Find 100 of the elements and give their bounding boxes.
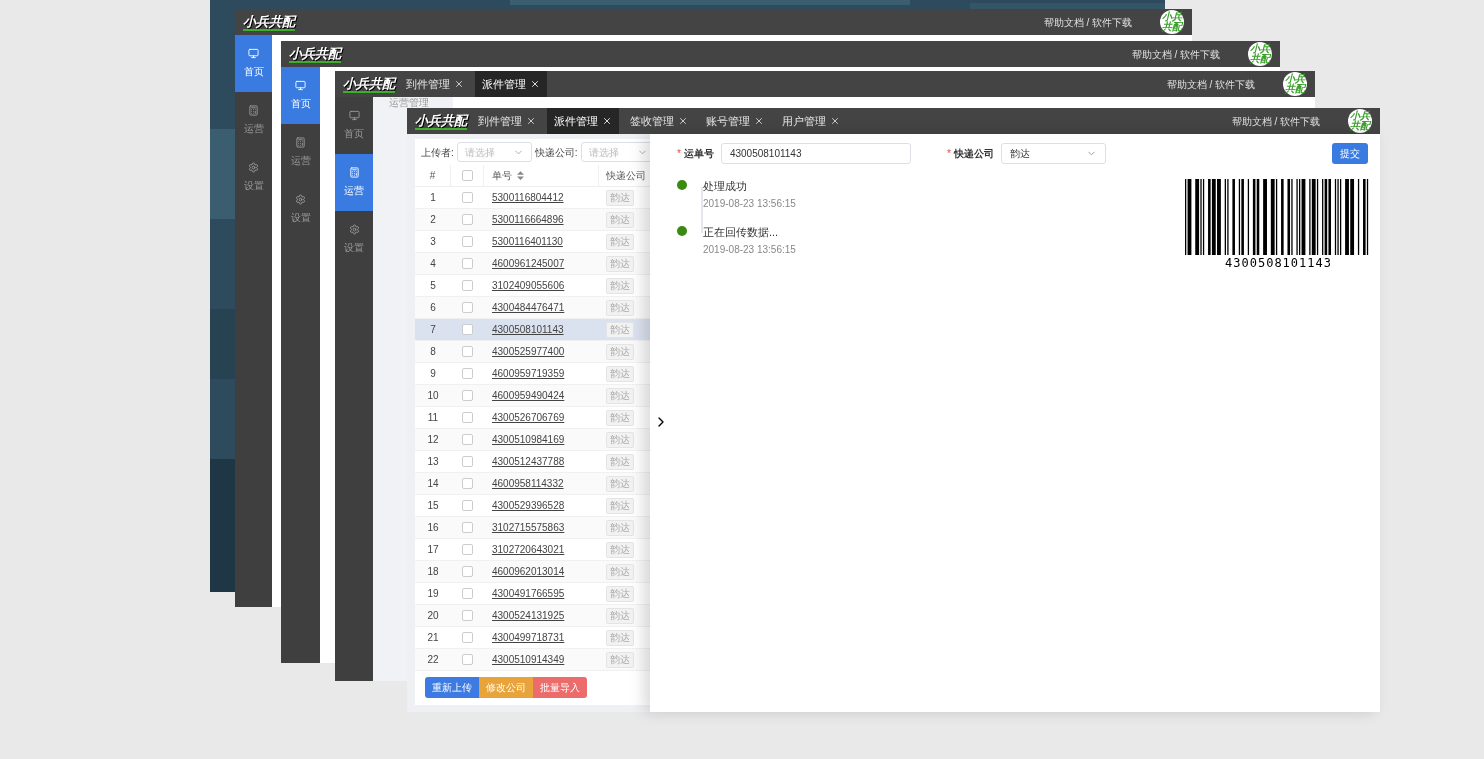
tab[interactable]: 派件管理 <box>547 108 619 134</box>
sidebar-item[interactable]: 运营 <box>335 154 373 211</box>
table-row[interactable]: 22 4300510914349 韵达 <box>415 649 650 671</box>
table-row[interactable]: 12 4300510984169 韵达 <box>415 429 650 451</box>
tracking-link[interactable]: 3102715575863 <box>492 520 565 535</box>
tracking-link[interactable]: 5300116401130 <box>492 234 563 249</box>
checkbox[interactable] <box>462 478 473 489</box>
select-field[interactable]: 韵达 <box>1000 143 1106 164</box>
table-row[interactable]: 10 4600959490424 韵达 <box>415 385 650 407</box>
checkbox[interactable] <box>462 434 473 445</box>
checkbox[interactable] <box>462 346 473 357</box>
tracking-link[interactable]: 5300116804412 <box>492 190 564 205</box>
tracking-link[interactable]: 4600959719359 <box>492 366 565 381</box>
checkbox[interactable] <box>462 324 473 335</box>
checkbox[interactable] <box>462 610 473 621</box>
table-row[interactable]: 21 4300499718731 韵达 <box>415 627 650 649</box>
tracking-link[interactable]: 4300529396528 <box>492 498 565 513</box>
sidebar-item[interactable]: 设置 <box>235 149 272 206</box>
table-row[interactable]: 13 4300512437788 韵达 <box>415 451 650 473</box>
checkbox[interactable] <box>462 192 473 203</box>
tracking-link[interactable]: 4300526706769 <box>492 410 565 425</box>
tracking-link[interactable]: 4300525977400 <box>492 344 565 359</box>
sidebar-item[interactable]: 设置 <box>281 181 320 238</box>
close-icon[interactable] <box>530 79 540 89</box>
table-row[interactable]: 14 4600958114332 韵达 <box>415 473 650 495</box>
tab[interactable]: 账号管理 <box>699 108 771 134</box>
table-row[interactable]: 4 4600961245007 韵达 <box>415 253 650 275</box>
table-row[interactable]: 20 4300524131925 韵达 <box>415 605 650 627</box>
checkbox[interactable] <box>462 588 473 599</box>
close-icon[interactable] <box>454 79 464 89</box>
checkbox[interactable] <box>462 522 473 533</box>
input-field[interactable]: 4300508101143 <box>720 143 911 164</box>
tracking-link[interactable]: 4300510914349 <box>492 652 565 667</box>
table-row[interactable]: 18 4600962013014 韵达 <box>415 561 650 583</box>
submit-button[interactable]: 提交 <box>1332 143 1368 164</box>
tracking-link[interactable]: 3102720643021 <box>492 542 565 557</box>
sidebar-item[interactable]: 首页 <box>335 97 373 154</box>
tracking-link[interactable]: 4300484476471 <box>492 300 565 315</box>
checkbox[interactable] <box>462 566 473 577</box>
table-row[interactable]: 6 4300484476471 韵达 <box>415 297 650 319</box>
table-row[interactable]: 8 4300525977400 韵达 <box>415 341 650 363</box>
tab[interactable]: 到件管理 <box>399 71 471 97</box>
checkbox[interactable] <box>462 214 473 225</box>
checkbox[interactable] <box>462 368 473 379</box>
table-row[interactable]: 3 5300116401130 韵达 <box>415 231 650 253</box>
table-row[interactable]: 7 4300508101143 韵达 <box>415 319 650 341</box>
tracking-link[interactable]: 4600962013014 <box>492 564 565 579</box>
tab[interactable]: 到件管理 <box>471 108 543 134</box>
table-row[interactable]: 9 4600959719359 韵达 <box>415 363 650 385</box>
checkbox[interactable] <box>461 170 473 181</box>
close-icon[interactable] <box>754 116 764 126</box>
tracking-link[interactable]: 4300491766595 <box>492 586 565 601</box>
checkbox[interactable] <box>462 258 473 269</box>
table-row[interactable]: 15 4300529396528 韵达 <box>415 495 650 517</box>
tab[interactable]: 派件管理 <box>475 71 547 97</box>
sidebar-item[interactable]: 运营 <box>235 92 272 149</box>
checkbox[interactable] <box>462 280 473 291</box>
sidebar-item[interactable]: 运营 <box>281 124 320 181</box>
tracking-link[interactable]: 4600958114332 <box>492 476 564 491</box>
tracking-link[interactable]: 5300116664896 <box>492 212 564 227</box>
checkbox[interactable] <box>462 390 473 401</box>
help-link[interactable]: 帮助文档 / 软件下载 <box>1231 113 1320 129</box>
checkbox[interactable] <box>462 500 473 511</box>
checkbox[interactable] <box>462 654 473 665</box>
checkbox[interactable] <box>462 236 473 247</box>
tracking-link[interactable]: 4300499718731 <box>492 630 565 645</box>
tracking-link[interactable]: 3102409055606 <box>492 278 565 293</box>
sidebar-item[interactable]: 首页 <box>281 67 320 124</box>
avatar-logo: 小兵共配 <box>1283 72 1307 96</box>
close-icon[interactable] <box>602 116 612 126</box>
help-link[interactable]: 帮助文档 / 软件下载 <box>1043 14 1132 30</box>
checkbox[interactable] <box>462 544 473 555</box>
sidebar-item[interactable]: 设置 <box>335 211 373 268</box>
tracking-link[interactable]: 4300524131925 <box>492 608 565 623</box>
tracking-link[interactable]: 4300508101143 <box>492 322 564 337</box>
table-row[interactable]: 16 3102715575863 韵达 <box>415 517 650 539</box>
table-row[interactable]: 1 5300116804412 韵达 <box>415 187 650 209</box>
action-button[interactable]: 重新上传 <box>425 677 479 698</box>
table-row[interactable]: 2 5300116664896 韵达 <box>415 209 650 231</box>
close-icon[interactable] <box>830 116 840 126</box>
tracking-link[interactable]: 4600959490424 <box>492 388 565 403</box>
table-row[interactable]: 17 3102720643021 韵达 <box>415 539 650 561</box>
sidebar-item[interactable]: 首页 <box>235 35 272 92</box>
tab[interactable]: 签收管理 <box>623 108 695 134</box>
checkbox[interactable] <box>462 412 473 423</box>
checkbox[interactable] <box>462 302 473 313</box>
tracking-link[interactable]: 4300512437788 <box>492 454 565 469</box>
help-link[interactable]: 帮助文档 / 软件下载 <box>1166 76 1255 92</box>
table-row[interactable]: 11 4300526706769 韵达 <box>415 407 650 429</box>
tab[interactable]: 用户管理 <box>775 108 847 134</box>
close-icon[interactable] <box>526 116 536 126</box>
table-row[interactable]: 19 4300491766595 韵达 <box>415 583 650 605</box>
table-row[interactable]: 5 3102409055606 韵达 <box>415 275 650 297</box>
checkbox[interactable] <box>462 632 473 643</box>
tracking-link[interactable]: 4300510984169 <box>492 432 565 447</box>
close-icon[interactable] <box>678 116 688 126</box>
checkbox[interactable] <box>462 456 473 467</box>
sort-icon[interactable] <box>517 171 524 180</box>
tracking-link[interactable]: 4600961245007 <box>492 256 565 271</box>
help-link[interactable]: 帮助文档 / 软件下载 <box>1131 46 1220 62</box>
